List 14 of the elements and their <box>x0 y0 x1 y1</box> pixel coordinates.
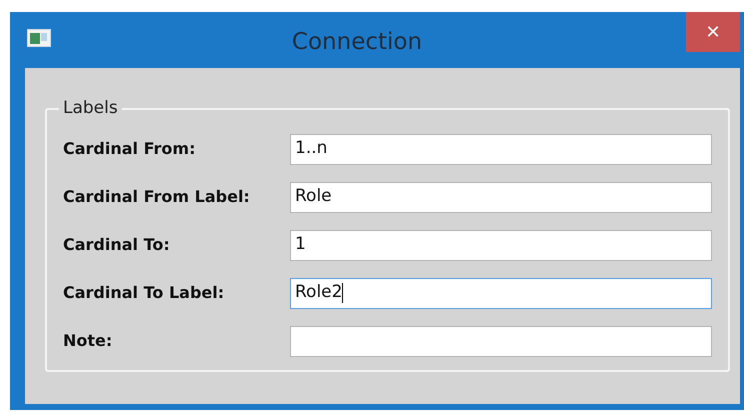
text-field[interactable]: 1..n <box>290 134 712 164</box>
field-label: Note: <box>63 330 114 352</box>
text-field[interactable]: Role2 <box>290 278 712 308</box>
text-field[interactable]: Role <box>290 182 712 212</box>
window-icon <box>27 29 51 47</box>
close-button[interactable]: ✕ <box>686 12 740 52</box>
text-field[interactable]: 1 <box>290 230 712 260</box>
field-label: Cardinal From Label: <box>63 186 251 208</box>
text-field[interactable] <box>290 326 712 356</box>
field-label: Cardinal From: <box>63 138 196 160</box>
group-title: Labels <box>62 97 119 120</box>
field-label: Cardinal To: <box>63 234 171 256</box>
window-title: Connection <box>292 28 422 57</box>
field-label: Cardinal To Label: <box>63 282 226 304</box>
